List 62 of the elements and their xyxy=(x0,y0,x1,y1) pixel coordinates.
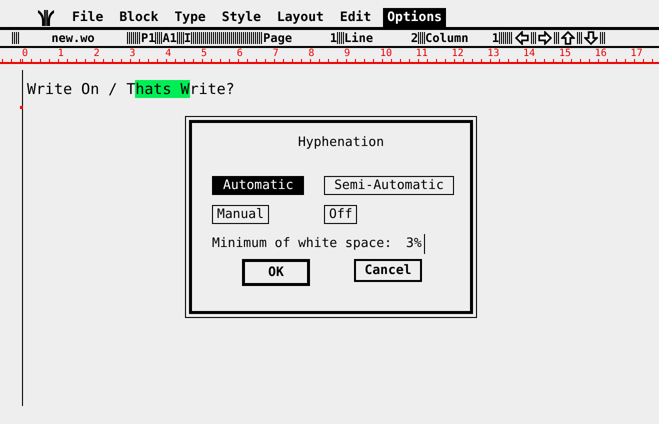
option-button[interactable]: Manual xyxy=(212,205,269,224)
ruler-number: 16 xyxy=(594,48,608,61)
stipple-pattern xyxy=(337,32,344,44)
option-button[interactable]: Semi-Automatic xyxy=(324,176,454,195)
ruler-number: 6 xyxy=(236,48,244,61)
ruler-number: 5 xyxy=(200,48,208,61)
ruler-number: 4 xyxy=(165,48,172,61)
status-field: I xyxy=(184,30,192,46)
ruler-number: 3 xyxy=(129,48,136,61)
ruler-number: 2 xyxy=(94,48,101,61)
status-label: Column xyxy=(425,30,470,46)
status-value: 2 xyxy=(410,30,418,46)
option-button[interactable]: Automatic xyxy=(212,176,304,195)
ruler-number: 11 xyxy=(416,48,429,61)
stipple-pattern xyxy=(127,32,141,44)
stipple-pattern xyxy=(12,32,19,44)
status-field: A1 xyxy=(162,30,177,46)
ruler-number: 15 xyxy=(558,48,572,61)
menu-item[interactable]: Layout xyxy=(272,8,328,27)
dialog-title: Hyphenation xyxy=(296,135,386,150)
field-label: Minimum of white space: xyxy=(212,236,392,251)
stipple-pattern xyxy=(554,32,560,44)
menu-item[interactable]: Edit xyxy=(336,8,376,27)
ruler-number: 12 xyxy=(452,48,465,61)
arrow-left-icon[interactable] xyxy=(515,31,530,45)
ruler-number: 1 xyxy=(58,48,65,61)
menu-item[interactable]: Type xyxy=(170,8,210,27)
menu-item[interactable]: Options xyxy=(383,8,446,27)
status-value: 1 xyxy=(328,30,338,46)
ruler-number: 13 xyxy=(487,48,500,61)
ruler-number: 10 xyxy=(380,48,394,61)
ruler-number: 14 xyxy=(523,48,536,61)
arrow-down-icon[interactable] xyxy=(584,31,598,45)
stipple-pattern xyxy=(155,32,162,44)
ruler-number: 9 xyxy=(344,48,352,61)
ruler-number: 17 xyxy=(630,48,644,61)
arrow-right-icon[interactable] xyxy=(538,31,552,45)
ruler-number: 8 xyxy=(308,48,316,61)
status-label: Line xyxy=(344,30,374,46)
ruler-number: 0 xyxy=(22,48,30,61)
stipple-pattern xyxy=(418,32,426,44)
input-field[interactable]: 3% xyxy=(406,236,422,251)
stipple-pattern xyxy=(499,32,514,44)
menu-item[interactable]: File xyxy=(68,8,108,27)
ok-button[interactable]: OK xyxy=(242,259,310,286)
status-field: P1 xyxy=(141,30,156,46)
option-button[interactable]: Off xyxy=(324,205,358,224)
stipple-pattern xyxy=(176,32,184,44)
stipple-pattern xyxy=(531,32,536,44)
status-value: 1 xyxy=(490,30,500,46)
logo-icon[interactable] xyxy=(37,10,55,26)
stipple-pattern xyxy=(600,32,606,44)
stipple-pattern xyxy=(577,32,582,44)
menu-item[interactable]: Block xyxy=(115,8,162,27)
arrow-up-icon[interactable] xyxy=(561,31,576,45)
ruler-number: 7 xyxy=(272,48,280,61)
file-name: new.wo xyxy=(50,30,96,46)
status-label: Page xyxy=(263,30,294,46)
menu-item[interactable]: Style xyxy=(218,8,265,27)
document-text: Write On / Thats Write? xyxy=(26,79,236,100)
cancel-button[interactable]: Cancel xyxy=(354,259,422,282)
margin-marker xyxy=(20,106,23,109)
